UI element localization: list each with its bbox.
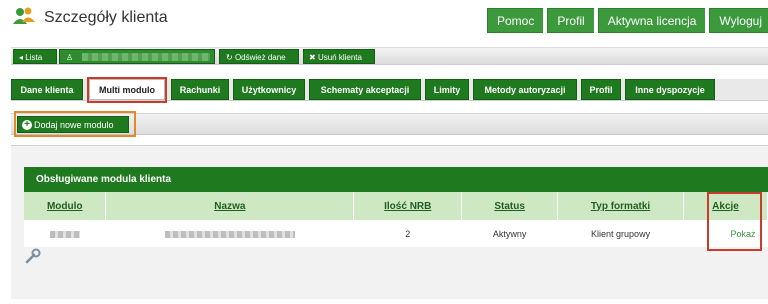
refresh-button[interactable]: ↻ Odśwież dane bbox=[219, 49, 299, 64]
users-icon bbox=[13, 7, 35, 24]
top-nav: Pomoc Profil Aktywna licencja Wyloguj bbox=[487, 8, 768, 33]
tab-schematy-akceptacji[interactable]: Schematy akceptacji bbox=[309, 79, 421, 100]
table-row: 2 Aktywny Klient grupowy Pokaż bbox=[24, 220, 768, 247]
profile-button[interactable]: Profil bbox=[547, 8, 594, 33]
tab-limity[interactable]: Limity bbox=[425, 79, 469, 100]
cell-modulo bbox=[24, 220, 106, 247]
refresh-icon: ↻ bbox=[226, 53, 235, 62]
list-button[interactable]: ◂ Lista bbox=[13, 49, 57, 64]
delete-icon: ✖ bbox=[309, 53, 318, 62]
table-header-row: Modulo Nazwa Ilość NRB Status Typ format… bbox=[24, 192, 768, 220]
tab-dane-klienta[interactable]: Dane klienta bbox=[11, 79, 83, 100]
tab-uzytkownicy[interactable]: Użytkownicy bbox=[233, 79, 305, 100]
page-header: Szczegóły klienta Pomoc Profil Aktywna l… bbox=[0, 0, 768, 40]
tab-metody-autoryzacji[interactable]: Metody autoryzacji bbox=[473, 79, 577, 100]
page-title: Szczegóły klienta bbox=[44, 9, 168, 26]
cell-nazwa bbox=[105, 220, 354, 247]
active-license-button[interactable]: Aktywna licencja bbox=[597, 8, 706, 33]
user-icon: ♙ bbox=[66, 53, 74, 62]
delete-client-label: Usuń klienta bbox=[317, 53, 362, 62]
client-name-button[interactable]: ♙ bbox=[59, 49, 215, 64]
redacted-modulo bbox=[49, 230, 80, 238]
modules-table: Modulo Nazwa Ilość NRB Status Typ format… bbox=[24, 192, 768, 247]
active-tab-highlight bbox=[87, 77, 167, 103]
redacted-nazwa bbox=[164, 230, 295, 238]
tab-rachunki[interactable]: Rachunki bbox=[171, 79, 229, 100]
wrench-icon[interactable] bbox=[24, 247, 42, 265]
col-status[interactable]: Status bbox=[461, 192, 559, 220]
client-toolbar: ◂ Lista ♙ ↻ Odśwież dane ✖ Usuń klienta bbox=[11, 47, 768, 65]
content-panel: Obsługiwane modula klienta Modulo Nazwa … bbox=[11, 145, 768, 299]
list-button-label: Lista bbox=[25, 53, 43, 62]
section-title: Obsługiwane modula klienta bbox=[24, 167, 768, 192]
col-nazwa[interactable]: Nazwa bbox=[105, 192, 355, 220]
col-modulo[interactable]: Modulo bbox=[24, 192, 107, 220]
col-typ-formatki[interactable]: Typ formatki bbox=[557, 192, 684, 220]
delete-client-button[interactable]: ✖ Usuń klienta bbox=[303, 49, 375, 64]
help-button[interactable]: Pomoc bbox=[487, 8, 544, 33]
logout-button[interactable]: Wyloguj bbox=[709, 8, 768, 33]
cell-status: Aktywny bbox=[461, 220, 558, 247]
col-ilosc-nrb[interactable]: Ilość NRB bbox=[353, 192, 463, 220]
refresh-button-label: Odśwież dane bbox=[234, 53, 286, 62]
cell-ilosc-nrb: 2 bbox=[353, 220, 462, 247]
client-name-redacted bbox=[82, 53, 210, 61]
tab-profil[interactable]: Profil bbox=[581, 79, 621, 100]
cell-typ-formatki: Klient grupowy bbox=[557, 220, 684, 247]
tab-inne-dyspozycje[interactable]: Inne dyspozycje bbox=[625, 79, 715, 100]
actions-column-highlight bbox=[707, 192, 762, 251]
add-button-highlight bbox=[14, 111, 136, 137]
